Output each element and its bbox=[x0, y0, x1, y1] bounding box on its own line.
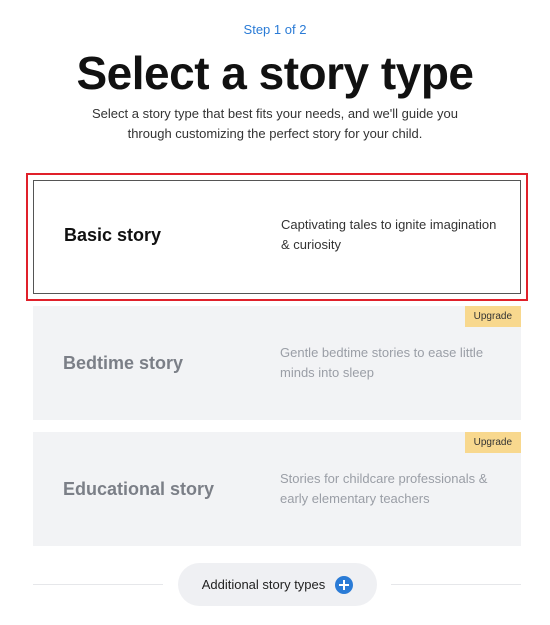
story-card-bedtime[interactable]: Bedtime story Gentle bedtime stories to … bbox=[33, 306, 521, 420]
additional-story-types-label: Additional story types bbox=[201, 577, 326, 592]
story-card-educational[interactable]: Educational story Stories for childcare … bbox=[33, 432, 521, 546]
story-card-title: Basic story bbox=[64, 224, 162, 245]
upgrade-badge: Upgrade bbox=[464, 432, 521, 453]
divider-left bbox=[33, 584, 163, 585]
story-card-basic[interactable]: Basic story Captivating tales to ignite … bbox=[33, 180, 521, 294]
divider-right bbox=[391, 584, 521, 585]
story-card-description: Captivating tales to ignite imagination … bbox=[281, 217, 497, 252]
upgrade-badge: Upgrade bbox=[464, 306, 521, 327]
plus-circle-icon bbox=[335, 575, 354, 594]
page-subtitle: Select a story type that best fits your … bbox=[92, 106, 458, 141]
story-card-title: Bedtime story bbox=[63, 352, 184, 373]
additional-story-types-button[interactable]: Additional story types bbox=[178, 563, 377, 606]
page-title: Select a story type bbox=[76, 47, 474, 99]
story-card-title: Educational story bbox=[63, 478, 215, 499]
step-indicator: Step 1 of 2 bbox=[243, 22, 307, 37]
